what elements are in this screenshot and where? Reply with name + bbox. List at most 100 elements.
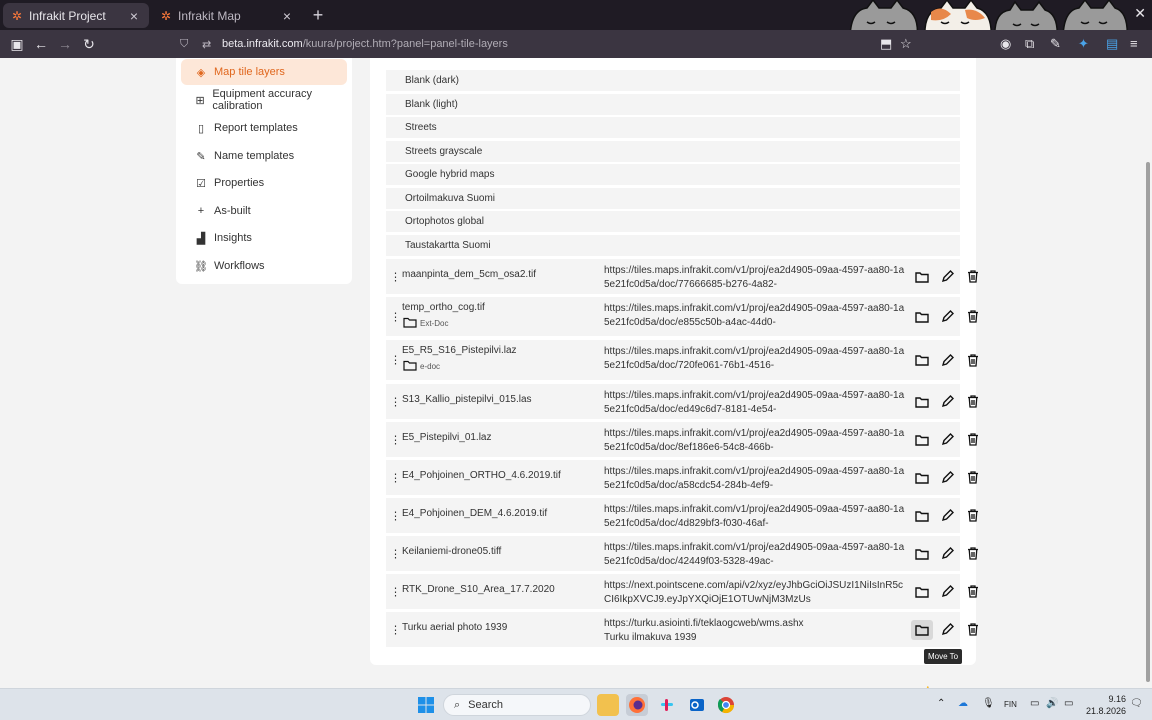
base-layer-row[interactable]: Blank (light) [386, 94, 960, 115]
drag-handle-icon[interactable]: ⋮ [390, 623, 401, 636]
move-to-folder-button[interactable] [911, 506, 933, 526]
drag-handle-icon[interactable]: ⋮ [390, 471, 401, 484]
base-layer-row[interactable]: Taustakartta Suomi [386, 235, 960, 256]
delete-layer-button[interactable] [962, 430, 984, 450]
sidebar-item-report-templates[interactable]: ▯ Report templates [181, 115, 347, 141]
close-tab-icon[interactable]: × [280, 8, 294, 24]
move-to-folder-button[interactable] [911, 350, 933, 370]
drag-handle-icon[interactable]: ⋮ [390, 395, 401, 408]
edit-layer-button[interactable] [936, 392, 958, 412]
firefox-icon[interactable] [626, 694, 648, 716]
permissions-icon[interactable]: ⇄ [202, 38, 214, 51]
move-to-folder-button[interactable] [911, 468, 933, 488]
drag-handle-icon[interactable]: ⋮ [390, 547, 401, 560]
sidebar-item-equipment-accuracy-calibration[interactable]: ⊞ Equipment accuracy calibration [181, 87, 347, 113]
sidebar-item-workflows[interactable]: ⛓ Workflows [181, 253, 347, 279]
menu-icon[interactable]: ≡ [1130, 36, 1138, 51]
taskbar-search[interactable]: ⌕ Search [443, 694, 591, 716]
save-page-icon[interactable]: ⬒ [880, 36, 892, 52]
custom-layer-row[interactable]: ⋮ E4_Pohjoinen_ORTHO_4.6.2019.tif https:… [386, 460, 978, 495]
drag-handle-icon[interactable]: ⋮ [390, 433, 401, 446]
delete-layer-button[interactable] [962, 620, 984, 640]
clock[interactable]: 9.16 21.8.2026 [1086, 693, 1126, 717]
base-layer-row[interactable]: Streets [386, 117, 960, 138]
base-layer-row[interactable]: Blank (dark) [386, 70, 960, 91]
move-to-folder-button[interactable] [911, 544, 933, 564]
sidebar-item-name-templates[interactable]: ✎ Name templates [181, 143, 347, 169]
scrollbar-thumb[interactable] [1146, 162, 1150, 682]
delete-layer-button[interactable] [962, 544, 984, 564]
extensions-icon[interactable]: ⧉ [1025, 36, 1034, 52]
sidebar-item-insights[interactable]: ▟ Insights [181, 225, 347, 251]
forward-arrow-icon[interactable]: → [55, 34, 75, 54]
tab-infrakit-project[interactable]: ✲ Infrakit Project × [3, 3, 149, 28]
extension-icon[interactable]: ✦ [1078, 36, 1089, 52]
back-arrow-icon[interactable]: ← [31, 34, 51, 54]
custom-layer-row[interactable]: ⋮ Keilaniemi-drone05.tiff https://tiles.… [386, 536, 978, 571]
custom-layer-row[interactable]: ⋮ maanpinta_dem_5cm_osa2.tif https://til… [386, 259, 978, 294]
page-scrollbar[interactable] [1144, 58, 1152, 688]
edit-layer-button[interactable] [936, 582, 958, 602]
new-tab-button[interactable]: + [309, 5, 327, 25]
onedrive-icon[interactable]: ☁ [958, 698, 968, 709]
reload-icon[interactable]: ↻ [79, 34, 99, 54]
move-to-folder-button[interactable] [911, 267, 933, 287]
move-to-folder-button[interactable] [911, 430, 933, 450]
edit-layer-button[interactable] [936, 430, 958, 450]
delete-layer-button[interactable] [962, 350, 984, 370]
account-icon[interactable]: ◉ [1000, 36, 1011, 52]
move-to-folder-button[interactable] [911, 392, 933, 412]
delete-layer-button[interactable] [962, 468, 984, 488]
extension-icon[interactable]: ✎ [1050, 36, 1061, 52]
url-bar[interactable]: ⛉ ⇄ beta.infrakit.com/kuura/project.htm?… [180, 33, 840, 55]
custom-layer-row[interactable]: ⋮ temp_ortho_cog.tif Ext-Doc https://til… [386, 297, 978, 336]
edit-layer-button[interactable] [936, 468, 958, 488]
volume-icon[interactable]: 🔊 [1046, 698, 1058, 709]
custom-layer-row[interactable]: ⋮ E5_R5_S16_Pistepilvi.laz e-doc https:/… [386, 340, 978, 380]
move-to-folder-button[interactable] [911, 619, 933, 640]
custom-layer-row[interactable]: ⋮ RTK_Drone_S10_Area_17.7.2020 https://n… [386, 574, 978, 609]
network-icon[interactable]: ▭ [1030, 698, 1039, 709]
edit-layer-button[interactable] [936, 506, 958, 526]
custom-layer-row[interactable]: ⋮ S13_Kallio_pistepilvi_015.las https://… [386, 384, 978, 419]
file-explorer-icon[interactable] [597, 694, 619, 716]
edit-layer-button[interactable] [936, 544, 958, 564]
chevron-up-icon[interactable]: ⌃ [937, 698, 945, 709]
delete-layer-button[interactable] [962, 582, 984, 602]
drag-handle-icon[interactable]: ⋮ [390, 270, 401, 283]
delete-layer-button[interactable] [962, 506, 984, 526]
extension-badge-icon[interactable]: ▤ [1106, 36, 1118, 52]
move-to-folder-button[interactable] [911, 582, 933, 602]
drag-handle-icon[interactable]: ⋮ [390, 310, 401, 323]
custom-layer-row[interactable]: ⋮ E4_Pohjoinen_DEM_4.6.2019.tif https://… [386, 498, 978, 533]
language-indicator[interactable]: FIN [1004, 700, 1017, 709]
delete-layer-button[interactable] [962, 267, 984, 287]
base-layer-row[interactable]: Ortophotos global [386, 211, 960, 232]
outlook-icon[interactable] [686, 694, 708, 716]
bookmark-star-icon[interactable]: ☆ [900, 36, 912, 52]
close-tab-icon[interactable]: × [127, 8, 141, 24]
windows-start-icon[interactable] [418, 697, 434, 713]
notification-icon[interactable]: 🗨 [1130, 698, 1143, 709]
sidebar-item-properties[interactable]: ☑ Properties [181, 170, 347, 196]
chrome-icon[interactable] [715, 694, 737, 716]
delete-layer-button[interactable] [962, 307, 984, 327]
move-to-folder-button[interactable] [911, 307, 933, 327]
delete-layer-button[interactable] [962, 392, 984, 412]
base-layer-row[interactable]: Ortoilmakuva Suomi [386, 188, 960, 209]
microphone-icon[interactable]: 🎙 [982, 698, 995, 709]
edit-layer-button[interactable] [936, 307, 958, 327]
tab-infrakit-map[interactable]: ✲ Infrakit Map × [152, 3, 302, 28]
drag-handle-icon[interactable]: ⋮ [390, 509, 401, 522]
custom-layer-row[interactable]: ⋮ Turku aerial photo 1939 https://turku.… [386, 612, 978, 647]
window-close-icon[interactable]: ✕ [1134, 5, 1146, 22]
sidebar-item-as-built[interactable]: + As-built [181, 198, 347, 224]
drag-handle-icon[interactable]: ⋮ [390, 585, 401, 598]
sidebar-toggle-icon[interactable]: ▣ [7, 34, 27, 54]
sidebar-item-map-tile-layers[interactable]: ◈ Map tile layers [181, 59, 347, 85]
base-layer-row[interactable]: Google hybrid maps [386, 164, 960, 185]
battery-icon[interactable]: ▭ [1064, 698, 1073, 709]
drag-handle-icon[interactable]: ⋮ [390, 354, 401, 367]
edit-layer-button[interactable] [936, 267, 958, 287]
slack-icon[interactable] [656, 694, 678, 716]
